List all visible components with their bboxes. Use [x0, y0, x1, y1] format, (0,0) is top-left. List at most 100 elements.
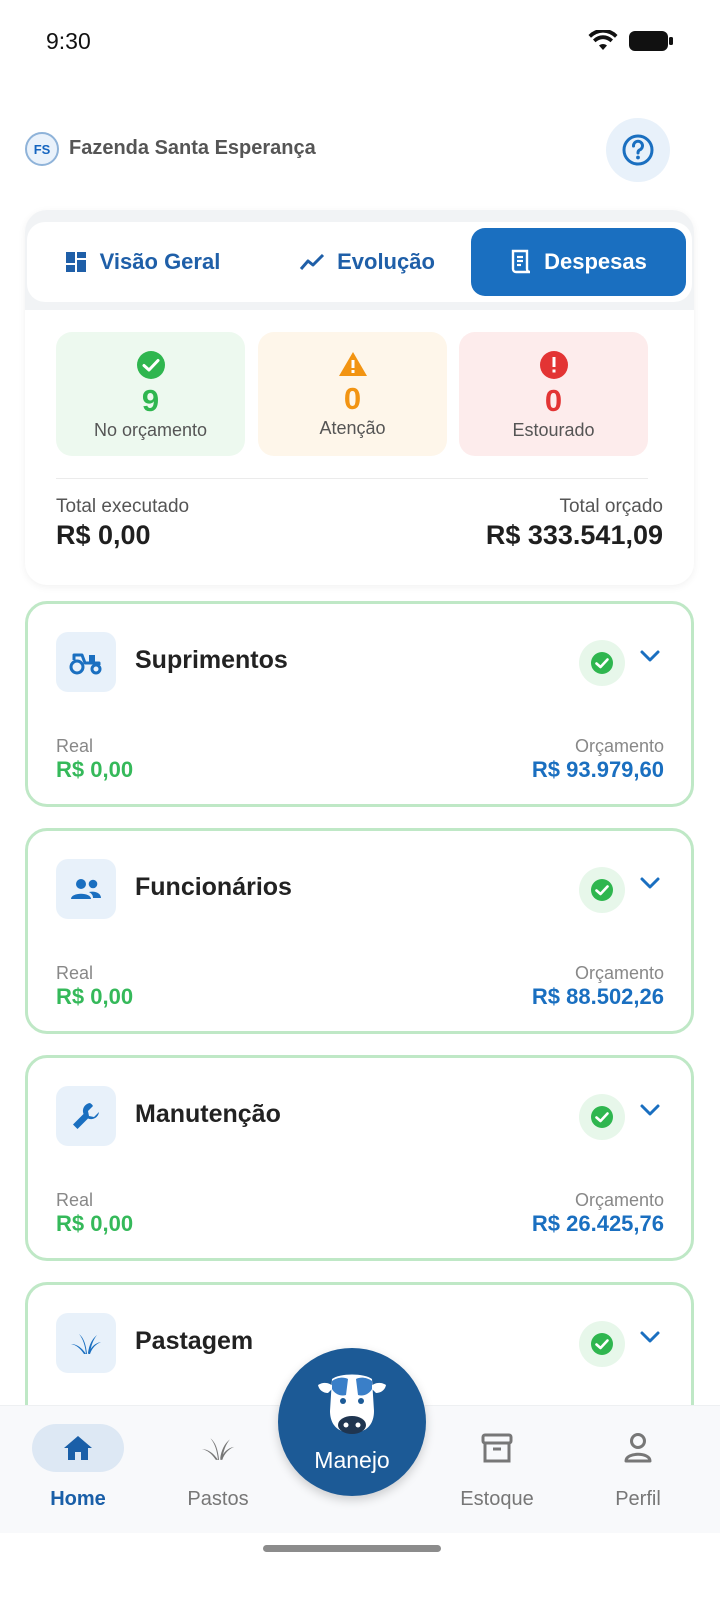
budget-value: R$ 93.979,60: [531, 757, 664, 782]
chevron-down-icon: [640, 650, 660, 662]
nav-home[interactable]: Home: [18, 1424, 138, 1511]
category-icon-box: [56, 1313, 116, 1373]
nav-perfil[interactable]: Perfil: [578, 1424, 698, 1511]
person-icon: [624, 1433, 652, 1463]
expand-button[interactable]: [639, 1102, 661, 1123]
category-icon-box: [56, 859, 116, 919]
dashboard-icon: [65, 252, 86, 272]
tabs-container: Visão Geral Evolução Despesas: [25, 210, 694, 310]
tab-label: Evolução: [337, 249, 435, 274]
trend-icon: [299, 253, 325, 270]
real-value: R$ 0,00: [56, 984, 134, 1009]
category-status-badge: [579, 867, 625, 913]
in-budget-label: No orçamento: [93, 420, 208, 440]
status-time: 9:30: [46, 28, 91, 54]
status-icons: [588, 30, 674, 52]
over-budget-label: Estourado: [512, 420, 595, 440]
chevron-down-icon: [640, 1104, 660, 1116]
category-budget: Orçamento R$ 93.979,60: [532, 736, 664, 783]
over-budget-stat[interactable]: 0 Estourado: [459, 332, 648, 456]
attention-stat[interactable]: 0 Atenção: [258, 332, 447, 456]
nav-estoque-label: Estoque: [460, 1488, 534, 1510]
category-real: Real R$ 0,00: [56, 963, 133, 1010]
cow-icon: [318, 1374, 386, 1434]
check-circle-icon: [136, 351, 165, 379]
nav-pastos-pill: [172, 1424, 264, 1472]
check-circle-icon: [591, 1333, 613, 1355]
category-title: Pastagem: [135, 1327, 254, 1355]
category-card-funcionarios[interactable]: Funcionários Real R$ 0,00 Orçamento R$ 8…: [25, 828, 694, 1034]
tab-bar: Visão Geral Evolução Despesas: [27, 222, 692, 302]
wifi-icon: [588, 30, 618, 50]
nav-pastos[interactable]: Pastos: [158, 1424, 278, 1511]
category-icon-box: [56, 632, 116, 692]
tab-label: Visão Geral: [99, 249, 221, 274]
in-budget-stat[interactable]: 9 No orçamento: [56, 332, 245, 456]
expand-button[interactable]: [639, 875, 661, 896]
nav-estoque-pill: [451, 1424, 543, 1472]
category-real: Real R$ 0,00: [56, 736, 133, 783]
in-budget-count: 9: [141, 383, 160, 418]
category-title: Manutenção: [135, 1100, 281, 1128]
nav-home-pill: [32, 1424, 124, 1472]
tab-expenses[interactable]: Despesas: [471, 228, 686, 296]
category-title: Suprimentos: [135, 646, 288, 674]
tab-label: Despesas: [544, 249, 647, 274]
chevron-down-icon: [640, 1331, 660, 1343]
divider: [56, 478, 648, 479]
chevron-down-icon: [640, 877, 660, 889]
grass-icon: [71, 1334, 101, 1354]
total-executed-label: Total executado: [56, 496, 190, 517]
receipt-icon: [511, 249, 531, 274]
category-status-badge: [579, 640, 625, 686]
category-title: Funcionários: [135, 873, 292, 901]
expand-button[interactable]: [639, 648, 661, 669]
category-icon-box: [56, 1086, 116, 1146]
check-circle-icon: [591, 1106, 613, 1128]
budget-label: Orçamento: [574, 1190, 664, 1210]
status-bar: 9:30: [0, 0, 720, 88]
nav-perfil-pill: [592, 1424, 684, 1472]
tab-evolution[interactable]: Evolução: [267, 228, 467, 296]
category-card-manutencao[interactable]: Manutenção Real R$ 0,00 Orçamento R$ 26.…: [25, 1055, 694, 1261]
tractor-icon: [69, 653, 102, 675]
grass-icon: [201, 1438, 235, 1460]
budget-value: R$ 88.502,26: [531, 984, 664, 1009]
help-button[interactable]: [606, 118, 670, 182]
real-value: R$ 0,00: [56, 757, 134, 782]
real-label: Real: [56, 963, 94, 983]
category-real: Real R$ 0,00: [56, 1190, 133, 1237]
wrench-icon: [73, 1103, 99, 1129]
nav-pastos-label: Pastos: [187, 1488, 249, 1510]
real-value: R$ 0,00: [56, 1211, 134, 1236]
nav-perfil-label: Perfil: [615, 1488, 661, 1510]
error-icon: [539, 351, 568, 379]
check-circle-icon: [591, 652, 613, 674]
people-icon: [71, 879, 101, 899]
total-budgeted-value: R$ 333.541,09: [485, 520, 663, 550]
battery-icon: [629, 31, 673, 51]
tab-overview[interactable]: Visão Geral: [37, 228, 247, 296]
category-budget: Orçamento R$ 88.502,26: [532, 963, 664, 1010]
home-icon: [64, 1436, 92, 1460]
manejo-label: Manejo: [314, 1447, 390, 1473]
app-header: FS Fazenda Santa Esperança: [0, 118, 720, 182]
nav-estoque[interactable]: Estoque: [437, 1424, 557, 1511]
total-budgeted-label: Total orçado: [559, 496, 663, 517]
farm-name[interactable]: Fazenda Santa Esperança: [69, 137, 316, 160]
expenses-summary-card: Visão Geral Evolução Despesas 9 No orçam…: [25, 210, 694, 585]
home-indicator: [263, 1545, 441, 1552]
category-budget: Orçamento R$ 26.425,76: [532, 1190, 664, 1237]
category-status-badge: [579, 1094, 625, 1140]
archive-box-icon: [481, 1433, 513, 1463]
expand-button[interactable]: [639, 1329, 661, 1350]
category-card-suprimentos[interactable]: Suprimentos Real R$ 0,00 Orçamento R$ 93…: [25, 601, 694, 807]
attention-label: Atenção: [319, 418, 386, 438]
manejo-button[interactable]: Manejo: [278, 1348, 426, 1496]
total-executed: Total executado R$ 0,00: [56, 496, 189, 551]
real-label: Real: [56, 1190, 94, 1210]
total-executed-value: R$ 0,00: [56, 520, 151, 550]
nav-home-label: Home: [50, 1488, 106, 1510]
farm-avatar[interactable]: FS: [25, 132, 59, 166]
real-label: Real: [56, 736, 94, 756]
